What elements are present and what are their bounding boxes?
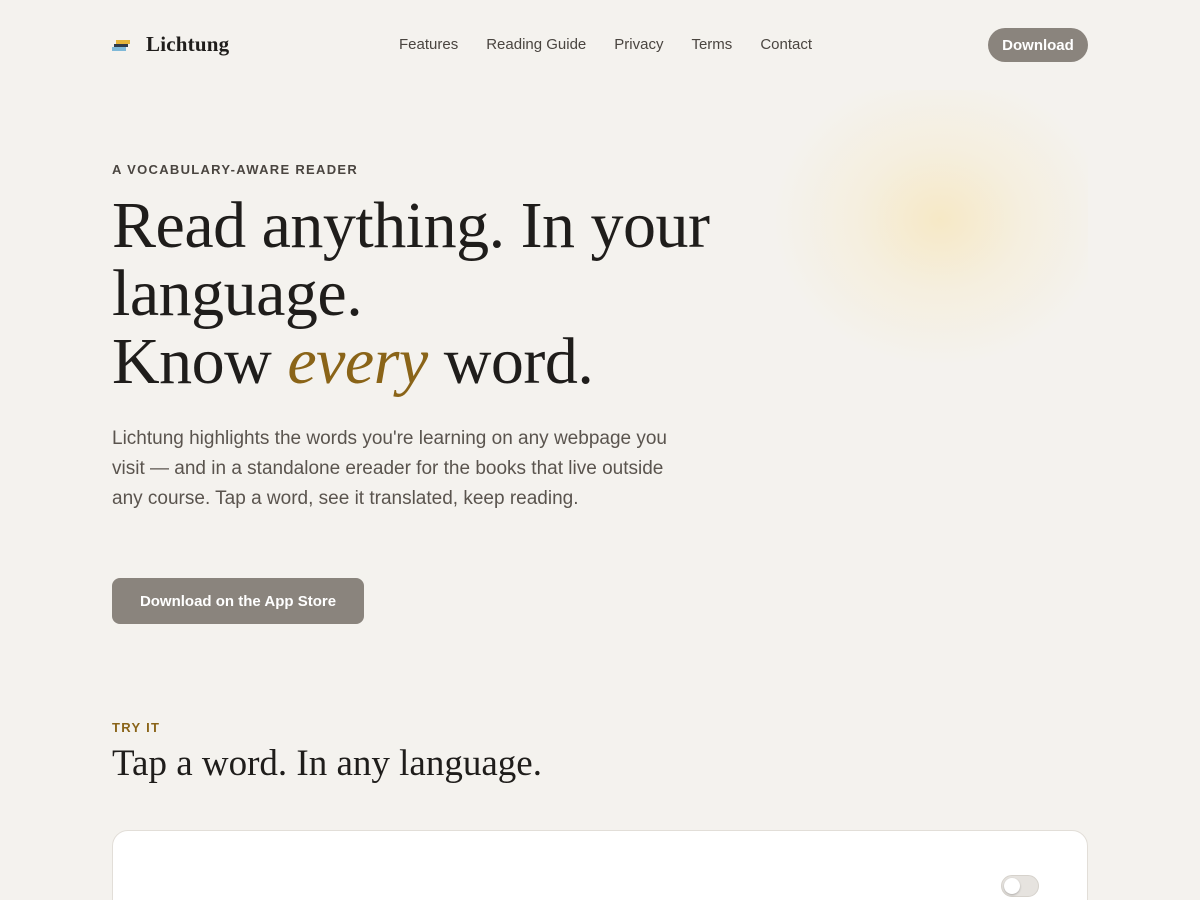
- nav-link-reading-guide[interactable]: Reading Guide: [486, 36, 586, 53]
- hero-title: Read anything. In your language. Know ev…: [112, 192, 792, 396]
- hero-description: Lichtung highlights the words you're lea…: [112, 428, 667, 509]
- nav-link-features[interactable]: Features: [399, 36, 458, 53]
- brand-logo[interactable]: Lichtung: [112, 32, 229, 57]
- demo-toggle[interactable]: [1001, 875, 1039, 897]
- hero-title-line2-pre: Know: [112, 325, 288, 398]
- hero-eyebrow: A VOCABULARY-AWARE READER: [112, 162, 359, 177]
- app-store-download-button[interactable]: Download on the App Store: [112, 578, 364, 624]
- header-download-button[interactable]: Download: [988, 28, 1088, 62]
- hero-title-line1: Read anything. In your language.: [112, 189, 710, 330]
- brand-name: Lichtung: [146, 32, 230, 56]
- try-it-title: Tap a word. In any language.: [112, 743, 542, 784]
- landing-page: Lichtung Features Reading Guide Privacy …: [0, 0, 1200, 900]
- main-nav: Features Reading Guide Privacy Terms Con…: [399, 36, 840, 53]
- site-header: Lichtung Features Reading Guide Privacy …: [112, 28, 1088, 62]
- nav-link-privacy[interactable]: Privacy: [614, 36, 663, 53]
- nav-link-contact[interactable]: Contact: [760, 36, 812, 53]
- hero-title-accent: every: [287, 325, 428, 398]
- try-it-eyebrow: TRY IT: [112, 720, 161, 735]
- toggle-knob: [1004, 878, 1020, 894]
- stacked-books-icon: [112, 38, 130, 52]
- demo-card: [112, 830, 1088, 900]
- hero-title-line2-post: word.: [427, 325, 594, 398]
- nav-link-terms[interactable]: Terms: [691, 36, 732, 53]
